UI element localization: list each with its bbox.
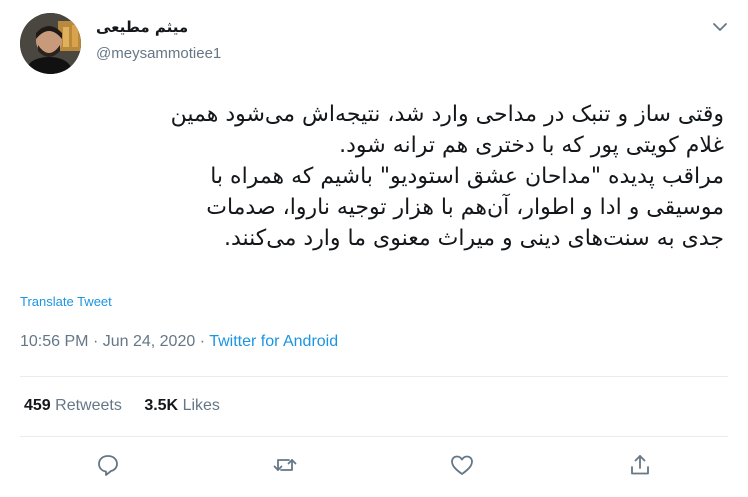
divider <box>20 376 728 377</box>
retweets-count: 459 <box>24 397 51 414</box>
avatar[interactable] <box>20 13 81 74</box>
divider <box>20 436 728 437</box>
likes-stat[interactable]: 3.5K Likes <box>144 397 220 414</box>
author-handle[interactable]: @meysammotiee1 <box>96 45 221 62</box>
retweets-label: Retweets <box>55 397 122 414</box>
tweet-meta: 10:56 PM · Jun 24, 2020 · Twitter for An… <box>20 333 338 351</box>
author-display-name[interactable]: میثم مطیعی <box>96 18 188 36</box>
translate-tweet-link[interactable]: Translate Tweet <box>20 294 112 309</box>
retweet-icon[interactable] <box>272 452 298 478</box>
meta-separator: · <box>199 333 206 350</box>
reply-icon[interactable] <box>95 452 121 478</box>
tweet-actions <box>0 452 748 482</box>
chevron-down-icon[interactable] <box>711 18 729 36</box>
tweet-source-link[interactable]: Twitter for Android <box>209 333 338 350</box>
likes-label: Likes <box>182 397 220 414</box>
share-icon[interactable] <box>627 452 653 478</box>
tweet-text: وقتی ساز و تنبک در مداحی وارد شد، نتیجه‌… <box>170 102 724 251</box>
tweet-stats: 459 Retweets 3.5K Likes <box>24 397 238 415</box>
heart-icon[interactable] <box>449 452 475 478</box>
meta-separator: · <box>92 333 99 350</box>
tweet-date[interactable]: Jun 24, 2020 <box>103 333 196 350</box>
retweets-stat[interactable]: 459 Retweets <box>24 397 122 414</box>
avatar-image <box>20 13 81 74</box>
likes-count: 3.5K <box>144 397 179 414</box>
tweet-time[interactable]: 10:56 PM <box>20 333 88 350</box>
